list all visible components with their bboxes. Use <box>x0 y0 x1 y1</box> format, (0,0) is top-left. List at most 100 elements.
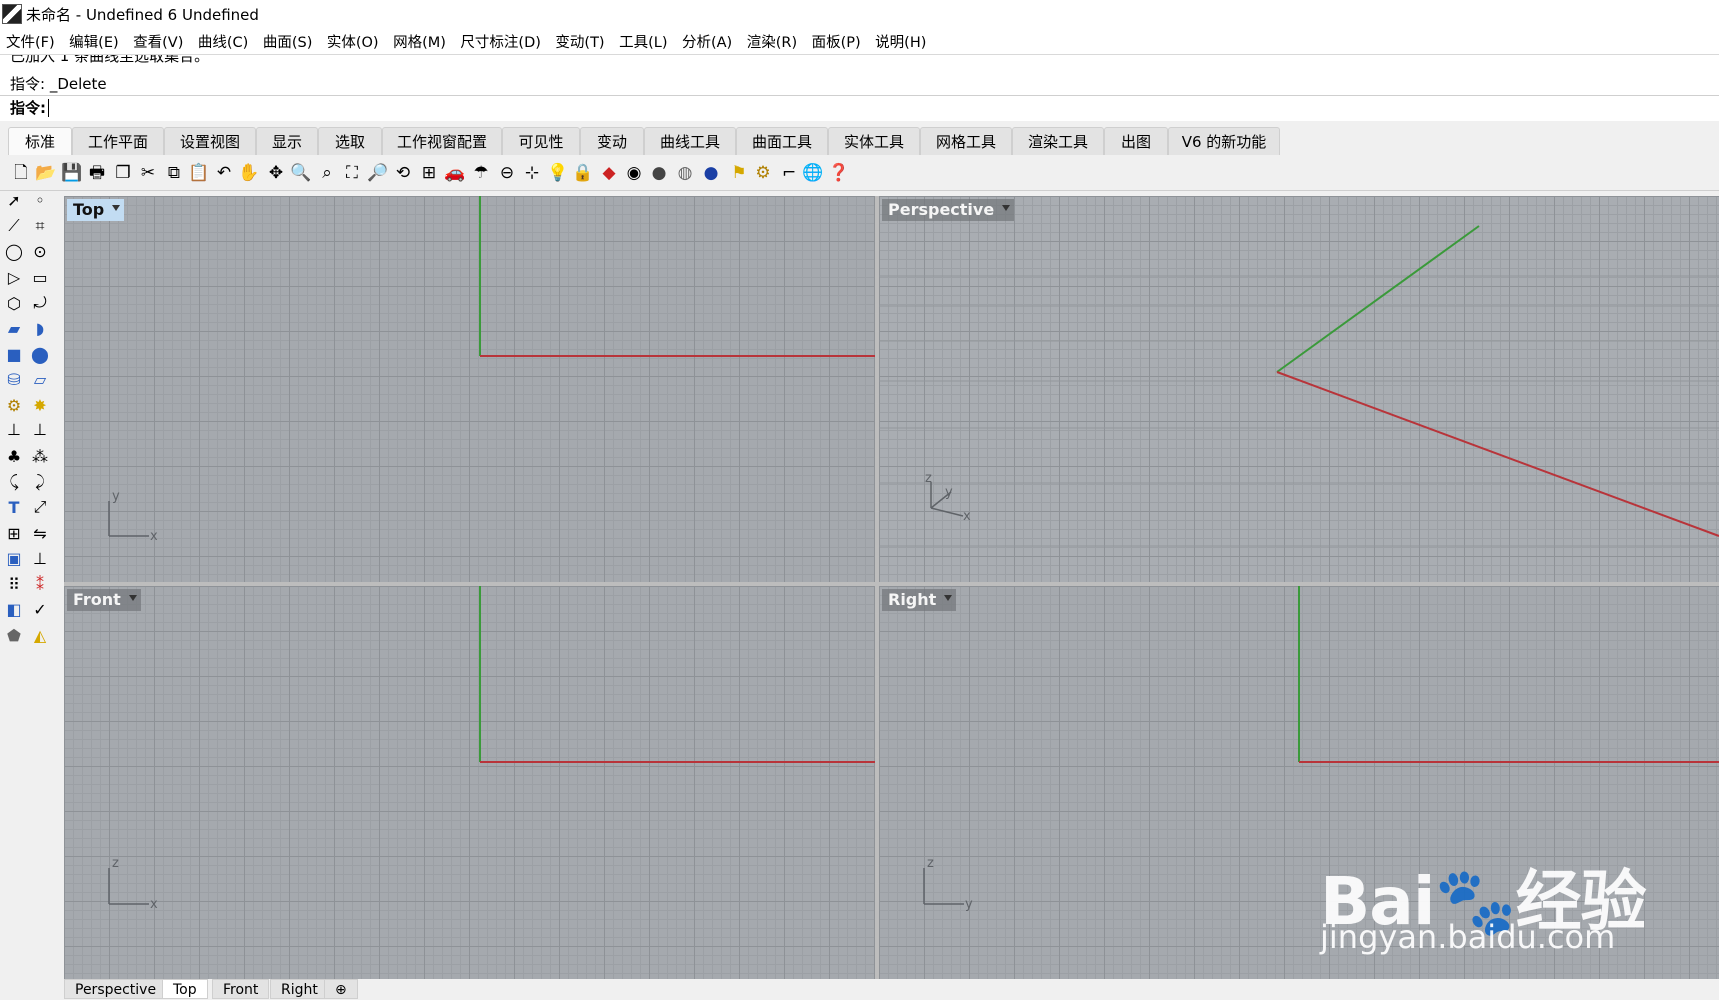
fillet-icon[interactable]: ⤹ <box>2 470 26 494</box>
menu-mesh[interactable]: 网格(M) <box>393 31 446 52</box>
options-icon[interactable]: ⌐ <box>778 162 800 184</box>
block-icon[interactable]: ⊞ <box>2 521 26 545</box>
tab-display[interactable]: 显示 <box>256 127 318 155</box>
tab-top[interactable]: Top <box>162 979 208 999</box>
car-icon[interactable]: 🚗 <box>444 162 466 184</box>
point-icon[interactable]: ◦ <box>28 188 52 212</box>
tab-curve-tools[interactable]: 曲线工具 <box>644 127 736 155</box>
scale-icon[interactable]: ⤢ <box>28 495 52 519</box>
tab-viewport-layout[interactable]: 工作视窗配置 <box>382 127 502 155</box>
array-icon[interactable]: ⠿ <box>2 572 26 596</box>
menu-panels[interactable]: 面板(P) <box>812 31 861 52</box>
chevron-down-icon[interactable] <box>1002 205 1011 211</box>
menu-file[interactable]: 文件(F) <box>6 31 55 52</box>
tab-new-in-v6[interactable]: V6 的新功能 <box>1168 127 1280 155</box>
box-solid-icon[interactable]: ■ <box>2 342 26 366</box>
tab-set-view[interactable]: 设置视图 <box>164 127 256 155</box>
zoom-extents-icon[interactable]: ⛶ <box>341 162 363 184</box>
menu-transform[interactable]: 变动(T) <box>555 31 604 52</box>
color-wheel-icon[interactable]: ◉ <box>623 162 645 184</box>
tab-visibility[interactable]: 可见性 <box>502 127 580 155</box>
render-solid-icon[interactable]: ⬟ <box>2 623 26 647</box>
select-arrow-icon[interactable]: ➚ <box>2 188 26 212</box>
tab-drafting[interactable]: 出图 <box>1104 127 1168 155</box>
viewport-label-perspective[interactable]: Perspective <box>882 199 1015 221</box>
mirror-icon[interactable]: ⇋ <box>28 521 52 545</box>
chevron-down-icon[interactable] <box>128 595 137 601</box>
menu-solid[interactable]: 实体(O) <box>327 31 379 52</box>
mesh-icon[interactable]: ▣ <box>2 546 26 570</box>
four-viewports-icon[interactable]: ⊞ <box>418 162 440 184</box>
surface-icon[interactable]: ▰ <box>2 316 26 340</box>
shade-icon[interactable]: ● <box>648 162 670 184</box>
split-icon[interactable]: ⊥ <box>28 417 52 441</box>
tab-select[interactable]: 选取 <box>318 127 382 155</box>
rectangle-icon[interactable]: ▭ <box>28 265 52 289</box>
menu-surface[interactable]: 曲面(S) <box>263 31 313 52</box>
viewport-label-top[interactable]: Top <box>67 199 125 221</box>
menu-dimension[interactable]: 尺寸标注(D) <box>460 31 540 52</box>
properties-icon[interactable]: ⁑ <box>28 572 52 596</box>
gear-settings-icon[interactable]: ⚙ <box>752 162 774 184</box>
open-folder-icon[interactable]: 📂 <box>35 162 57 184</box>
gear-transform-icon[interactable]: ⚙ <box>2 393 26 417</box>
tab-front[interactable]: Front <box>212 979 270 999</box>
walkabout-icon[interactable]: ☂ <box>470 162 492 184</box>
chevron-down-icon[interactable] <box>944 595 953 601</box>
earth-icon[interactable]: 🌐 <box>802 162 824 184</box>
ungroup-icon[interactable]: ⁂ <box>28 444 52 468</box>
boolean-icon[interactable]: ⬤ <box>28 342 52 366</box>
viewport-front[interactable]: z x Front <box>64 586 875 979</box>
save-icon[interactable]: 💾 <box>61 162 83 184</box>
group-icon[interactable]: ♣ <box>2 444 26 468</box>
light-toggle-icon[interactable]: ◭ <box>28 623 52 647</box>
zoom-window-icon[interactable]: ⌕ <box>316 162 338 184</box>
pan-hand-icon[interactable]: ✋ <box>238 162 260 184</box>
tab-standard[interactable]: 标准 <box>8 127 72 155</box>
menu-render[interactable]: 渲染(R) <box>747 31 797 52</box>
dimension-icon[interactable]: ⊥ <box>28 546 52 570</box>
trim-icon[interactable]: ⊥ <box>2 417 26 441</box>
cylinder-icon[interactable]: ⛁ <box>2 367 26 391</box>
extrude-icon[interactable]: ▱ <box>28 367 52 391</box>
menu-analyze[interactable]: 分析(A) <box>682 31 732 52</box>
menu-tools[interactable]: 工具(L) <box>619 31 667 52</box>
arc-icon[interactable]: ⬡ <box>2 291 26 315</box>
move-view-icon[interactable]: ✥ <box>265 162 287 184</box>
tab-render-tools[interactable]: 渲染工具 <box>1012 127 1104 155</box>
fillet-curve-icon[interactable]: ⤾ <box>28 291 52 315</box>
analyze-icon[interactable]: ◧ <box>2 597 26 621</box>
tab-transform[interactable]: 变动 <box>580 127 644 155</box>
viewport-label-front[interactable]: Front <box>67 589 141 611</box>
copy-icon[interactable]: ⧉ <box>163 162 185 184</box>
viewport-perspective[interactable]: z y x Perspective <box>879 196 1719 582</box>
menu-edit[interactable]: 编辑(E) <box>69 31 118 52</box>
zoom-selected-icon[interactable]: 🔎 <box>367 162 389 184</box>
curve-points-icon[interactable]: ⌗ <box>28 214 52 238</box>
text-icon[interactable]: T <box>2 495 26 519</box>
light-icon[interactable]: 💡 <box>547 162 569 184</box>
tab-surface-tools[interactable]: 曲面工具 <box>736 127 828 155</box>
zoom-icon[interactable]: 🔍 <box>290 162 312 184</box>
cut-icon[interactable]: ✂ <box>137 162 159 184</box>
add-viewport-icon[interactable]: ⊕ <box>324 979 358 999</box>
rotate-view-icon[interactable]: ⟲ <box>392 162 414 184</box>
polygon-icon[interactable]: ▷ <box>2 265 26 289</box>
viewport-label-right[interactable]: Right <box>882 589 957 611</box>
tab-cplanes[interactable]: 工作平面 <box>72 127 164 155</box>
pin-icon[interactable]: ⚑ <box>728 162 750 184</box>
tab-right[interactable]: Right <box>270 979 329 999</box>
tab-perspective[interactable]: Perspective <box>64 979 168 999</box>
sphere-icon[interactable]: ● <box>700 162 722 184</box>
viewport-top[interactable]: y x Top <box>64 196 875 582</box>
grid-snap-icon[interactable]: ⊹ <box>521 162 543 184</box>
command-input[interactable] <box>48 99 649 117</box>
material-icon[interactable]: ◆ <box>598 162 620 184</box>
chevron-down-icon[interactable] <box>112 205 121 211</box>
camera-icon[interactable]: ⊖ <box>496 162 518 184</box>
print-icon[interactable]: 🖶 <box>86 162 108 184</box>
import-icon[interactable]: ❐ <box>112 162 134 184</box>
polyline-icon[interactable]: ⟋ <box>2 214 26 238</box>
menu-curve[interactable]: 曲线(C) <box>198 31 248 52</box>
paste-icon[interactable]: 📋 <box>188 162 210 184</box>
